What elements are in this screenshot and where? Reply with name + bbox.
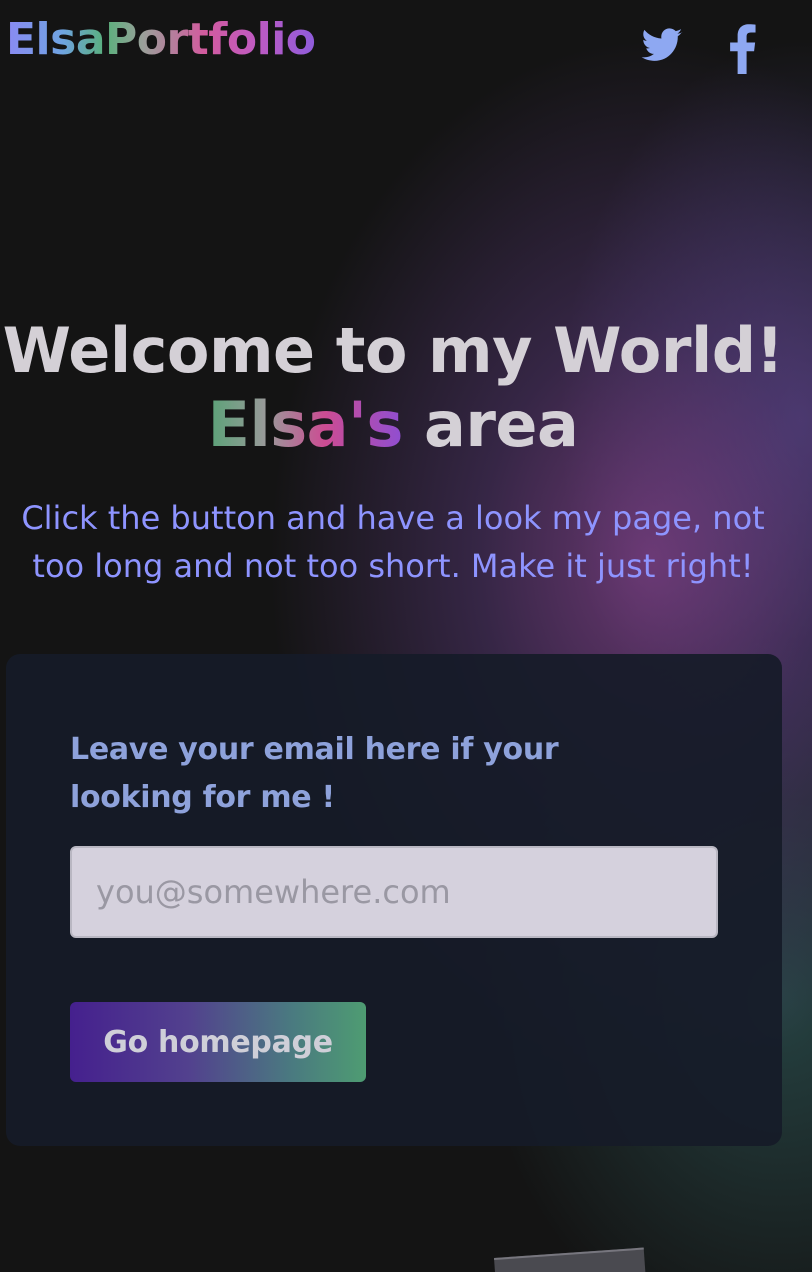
hero-subtitle: Click the button and have a look my page… xyxy=(21,499,765,585)
brand-suffix: Portfolio xyxy=(105,14,316,65)
email-label: Leave your email here if your looking fo… xyxy=(70,732,559,815)
brand-logo[interactable]: ElsaPortfolio xyxy=(6,18,316,62)
go-homepage-button[interactable]: Go homepage xyxy=(70,1002,366,1082)
hero-name: Elsa's xyxy=(207,388,404,461)
hero-area: area xyxy=(424,388,579,461)
email-card: Leave your email here if your looking fo… xyxy=(6,654,782,1146)
twitter-icon xyxy=(640,24,684,68)
landing-page: ElsaPortfolio Welcome to my World! Elsa'… xyxy=(0,0,812,1272)
facebook-link[interactable] xyxy=(726,24,758,74)
hero-title-line2: Elsa's area xyxy=(0,388,786,462)
hero-title-line1: Welcome to my World! xyxy=(2,314,784,387)
email-input[interactable] xyxy=(70,846,718,938)
facebook-icon xyxy=(726,24,758,74)
hero-title: Welcome to my World! Elsa's area xyxy=(0,314,786,462)
twitter-link[interactable] xyxy=(640,24,684,68)
brand-prefix: Elsa xyxy=(6,14,106,65)
decorative-device-image xyxy=(494,1247,646,1272)
